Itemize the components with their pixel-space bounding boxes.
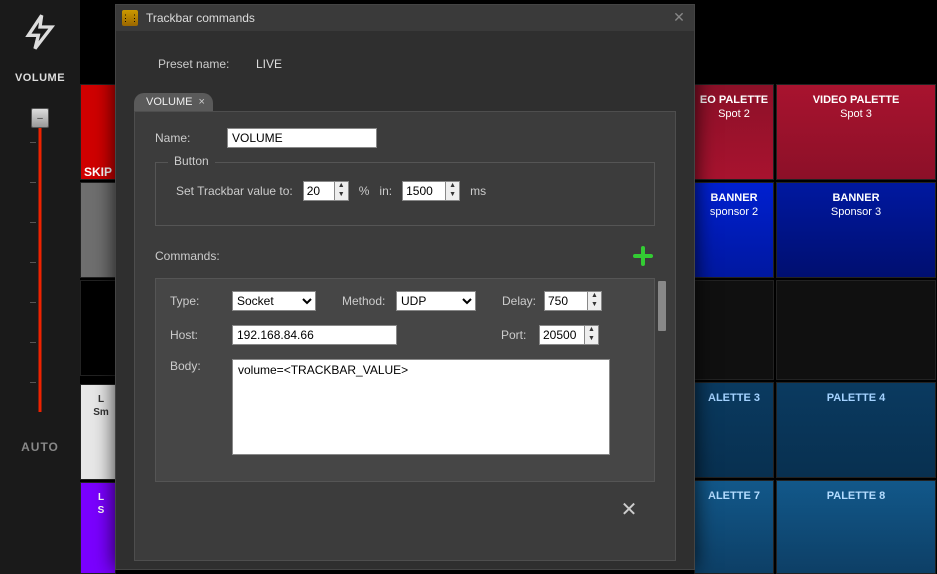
tab-close-icon[interactable]: × (198, 96, 204, 108)
spin-up-icon[interactable]: ▲ (588, 292, 601, 301)
command-close-button[interactable]: ✕ (618, 497, 640, 519)
port-spinner[interactable]: ▲▼ (539, 325, 599, 345)
preset-name-value: LIVE (256, 57, 282, 71)
add-command-button[interactable] (631, 244, 655, 268)
tile-palette-3[interactable]: ALETTE 3 (694, 382, 774, 478)
spin-down-icon[interactable]: ▼ (585, 335, 598, 344)
tile-banner-sponsor2[interactable]: BANNERsponsor 2 (694, 182, 774, 278)
button-legend: Button (168, 154, 215, 168)
type-select[interactable]: Socket (232, 291, 316, 311)
host-input[interactable] (232, 325, 397, 345)
tile-video-palette-spot2[interactable]: EO PALETTESpot 2 (694, 84, 774, 180)
spin-down-icon[interactable]: ▼ (588, 301, 601, 310)
body-textarea[interactable] (232, 359, 610, 455)
spin-down-icon[interactable]: ▼ (335, 191, 348, 200)
command-box: Type: Socket Method: UDP Delay: ▲▼ Host:… (155, 278, 655, 482)
set-trackbar-label: Set Trackbar value to: (176, 184, 293, 198)
preset-name-label: Preset name: (158, 57, 248, 71)
slider-track (39, 112, 42, 412)
host-label: Host: (170, 328, 232, 342)
trackbar-commands-dialog: ⋮⋮ Trackbar commands ✕ Preset name: LIVE… (115, 4, 695, 570)
port-label: Port: (501, 328, 539, 342)
tile-banner-sponsor3[interactable]: BANNERSponsor 3 (776, 182, 936, 278)
tile-video-palette-spot3[interactable]: VIDEO PALETTESpot 3 (776, 84, 936, 180)
tile-palette-7[interactable]: ALETTE 7 (694, 480, 774, 574)
tile-gray[interactable] (80, 182, 116, 278)
name-label: Name: (155, 131, 227, 145)
trackbar-value-spinner[interactable]: ▲▼ (303, 181, 349, 201)
volume-column-label: VOLUME (15, 72, 65, 84)
type-label: Type: (170, 294, 232, 308)
spin-up-icon[interactable]: ▲ (335, 182, 348, 191)
volume-slider[interactable]: – (20, 102, 60, 422)
method-select[interactable]: UDP (396, 291, 476, 311)
slider-thumb[interactable]: – (31, 108, 49, 128)
trackbar-ms-spinner[interactable]: ▲▼ (402, 181, 460, 201)
auto-label[interactable]: AUTO (21, 440, 59, 454)
tab-volume[interactable]: VOLUME × (134, 93, 213, 111)
tile-black[interactable] (80, 280, 116, 376)
method-label: Method: (342, 294, 396, 308)
tile-palette-4[interactable]: PALETTE 4 (776, 382, 936, 478)
dialog-icon: ⋮⋮ (122, 10, 138, 26)
dialog-titlebar[interactable]: ⋮⋮ Trackbar commands ✕ (116, 5, 694, 31)
body-label: Body: (170, 359, 232, 373)
delay-label: Delay: (502, 294, 544, 308)
tile-palette-8[interactable]: PALETTE 8 (776, 480, 936, 574)
dialog-title: Trackbar commands (146, 11, 255, 25)
name-input[interactable] (227, 128, 377, 148)
lightning-icon[interactable] (20, 12, 60, 52)
tile-purple[interactable]: LS (80, 482, 116, 574)
button-fieldset: Button Set Trackbar value to: ▲▼ % in: ▲… (155, 162, 655, 226)
tile-skip[interactable]: SKIP (80, 84, 116, 180)
tab-panel: Name: Button Set Trackbar value to: ▲▼ %… (134, 111, 676, 561)
commands-label: Commands: (155, 249, 220, 263)
tile-white[interactable]: LSm (80, 384, 116, 480)
tile-empty-2[interactable] (776, 280, 936, 380)
spin-down-icon[interactable]: ▼ (446, 191, 459, 200)
scrollbar-thumb[interactable] (658, 281, 666, 331)
left-sidebar: VOLUME – AUTO (0, 0, 80, 574)
spin-up-icon[interactable]: ▲ (446, 182, 459, 191)
spin-up-icon[interactable]: ▲ (585, 326, 598, 335)
delay-spinner[interactable]: ▲▼ (544, 291, 602, 311)
tile-empty-1[interactable] (694, 280, 774, 380)
dialog-close-button[interactable]: ✕ (670, 9, 688, 27)
